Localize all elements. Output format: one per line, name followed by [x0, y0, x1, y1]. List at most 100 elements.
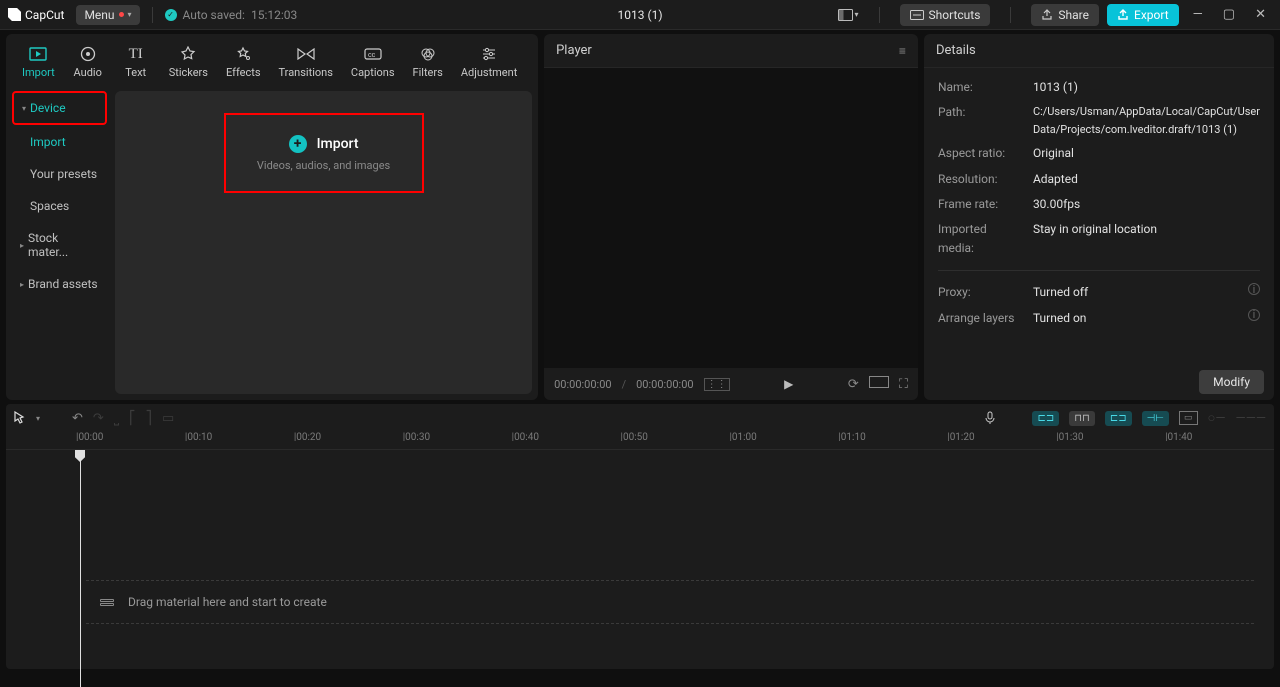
detail-row-fps: Frame rate:30.00fps [938, 195, 1260, 214]
ratio-icon[interactable] [869, 376, 889, 392]
autosave-time: 15:12:03 [251, 8, 297, 22]
info-icon[interactable]: i [1248, 283, 1260, 295]
timeline-toolbar: ▾ ↶ ↷ ⎵ ⎡ ⎤ ▭ ⊏⊐ ⊓⊓ ⊏⊐ ⊣⊢ ▭ ○— ——— [6, 404, 1274, 432]
main-area: Import Audio TI Text Stickers Effects Tr… [0, 30, 1280, 400]
main-track-magnet-icon[interactable]: ⊏⊐ [1032, 411, 1059, 426]
import-icon [28, 44, 48, 64]
selection-tool-icon[interactable] [14, 411, 26, 425]
tab-import[interactable]: Import [14, 38, 63, 87]
delete-right-icon[interactable]: ⎤ [146, 411, 153, 426]
info-icon[interactable]: i [1248, 309, 1260, 321]
tab-stickers[interactable]: Stickers [161, 38, 216, 87]
export-label: Export [1134, 8, 1169, 22]
detail-row-layers: Arrange layersTurned oni [938, 309, 1260, 328]
tab-text[interactable]: TI Text [113, 38, 159, 87]
sidebar-item-brand[interactable]: ▸Brand assets [12, 269, 107, 299]
window-maximize-button[interactable]: ▢ [1217, 7, 1241, 22]
text-icon: TI [126, 44, 146, 64]
redo-icon[interactable]: ↷ [93, 411, 104, 426]
delete-left-icon[interactable]: ⎡ [129, 411, 136, 426]
player-title: Player [556, 43, 592, 58]
timeline-ruler[interactable]: |00:00|00:10|00:20|00:30|00:40|00:50|01:… [6, 432, 1274, 450]
mic-icon[interactable] [984, 411, 996, 425]
import-dropzone[interactable]: + Import Videos, audios, and images [115, 91, 532, 394]
ruler-label: |00:20 [294, 432, 403, 443]
tab-effects[interactable]: Effects [218, 38, 269, 87]
player-controls: 00:00:00:00 / 00:00:00:00 ⋮⋮ ▶ ⟳ ⛶ [544, 368, 918, 400]
ruler-label: |00:10 [185, 432, 294, 443]
preview-axis-icon[interactable]: ⊣⊢ [1142, 411, 1169, 426]
import-subtitle: Videos, audios, and images [257, 159, 390, 172]
sidebar-item-stock[interactable]: ▸Stock mater... [12, 223, 107, 267]
ruler-label: |01:20 [947, 432, 1056, 443]
tab-captions[interactable]: cc Captions [343, 38, 403, 87]
timeline-drop-hint[interactable]: Drag material here and start to create [86, 580, 1254, 624]
playhead-line [80, 450, 81, 687]
player-panel: Player ≡ 00:00:00:00 / 00:00:00:00 ⋮⋮ ▶ … [544, 34, 918, 400]
selection-dropdown-icon[interactable]: ▾ [36, 414, 40, 423]
fullscreen-icon[interactable]: ⛶ [899, 377, 908, 392]
details-panel: Details Name:1013 (1) Path:C:/Users/Usma… [924, 34, 1274, 400]
snapshot-icon[interactable]: ⟳ [848, 377, 859, 392]
sidebar-item-presets[interactable]: Your presets [12, 159, 107, 189]
share-button[interactable]: Share [1031, 4, 1099, 26]
ruler-label: |00:30 [403, 432, 512, 443]
import-title: Import [317, 136, 359, 152]
divider [938, 270, 1260, 271]
ruler-label: |00:40 [512, 432, 621, 443]
sidebar-item-device[interactable]: ▾Device [12, 91, 107, 125]
crop-icon[interactable]: ▭ [162, 411, 174, 426]
player-time-total: 00:00:00:00 [636, 378, 693, 391]
player-menu-icon[interactable]: ≡ [899, 44, 906, 58]
logo-icon [8, 8, 21, 21]
window-close-button[interactable]: ✕ [1249, 7, 1272, 22]
zoom-out-icon[interactable]: ○— [1208, 410, 1226, 426]
split-icon[interactable]: ⎵ [114, 411, 119, 426]
details-header: Details [924, 34, 1274, 68]
chevron-down-icon: ▾ [128, 10, 132, 19]
shortcuts-button[interactable]: Shortcuts [900, 4, 991, 26]
transitions-icon [296, 44, 316, 64]
cover-icon[interactable]: ▭ [1179, 411, 1198, 425]
detail-row-media: Imported media:Stay in original location [938, 220, 1260, 258]
player-header: Player ≡ [544, 34, 918, 68]
tab-transitions[interactable]: Transitions [271, 38, 341, 87]
caret-icon: ▾ [22, 104, 26, 113]
layout-icon[interactable]: ▾ [838, 9, 859, 21]
plus-icon: + [289, 135, 307, 153]
play-button[interactable]: ▶ [784, 377, 793, 391]
ruler-label: |01:30 [1056, 432, 1165, 443]
sidebar-item-import[interactable]: Import [12, 127, 107, 157]
detail-row-proxy: Proxy:Turned offi [938, 283, 1260, 302]
film-icon [100, 599, 114, 606]
audio-icon [78, 44, 98, 64]
tab-filters[interactable]: Filters [405, 38, 451, 87]
detail-row-path: Path:C:/Users/Usman/AppData/Local/CapCut… [938, 103, 1260, 138]
app-titlebar: CapCut Menu ▾ ✓ Auto saved: 15:12:03 101… [0, 0, 1280, 30]
window-minimize-button[interactable]: — [1187, 7, 1209, 22]
timeline-tracks[interactable]: Drag material here and start to create [6, 450, 1274, 669]
media-panel: Import Audio TI Text Stickers Effects Tr… [6, 34, 538, 400]
tab-adjustment[interactable]: Adjustment [453, 38, 526, 87]
import-box[interactable]: + Import Videos, audios, and images [224, 113, 424, 193]
detail-row-name: Name:1013 (1) [938, 78, 1260, 97]
check-icon: ✓ [165, 9, 177, 21]
quality-icon[interactable]: ⋮⋮ [704, 378, 730, 391]
ruler-label: |01:00 [729, 432, 838, 443]
undo-icon[interactable]: ↶ [72, 411, 83, 426]
divider [1010, 7, 1011, 23]
player-time-current: 00:00:00:00 [554, 378, 611, 391]
player-viewport [544, 68, 918, 368]
divider [152, 7, 153, 23]
zoom-slider[interactable]: ——— [1236, 411, 1266, 426]
tab-audio[interactable]: Audio [65, 38, 111, 87]
sidebar-item-spaces[interactable]: Spaces [12, 191, 107, 221]
export-button[interactable]: Export [1107, 4, 1179, 26]
menu-button[interactable]: Menu ▾ [76, 5, 139, 25]
effects-icon [233, 44, 253, 64]
adjustment-icon [479, 44, 499, 64]
export-icon [1117, 9, 1129, 21]
auto-snap-icon[interactable]: ⊓⊓ [1069, 411, 1095, 426]
linkage-icon[interactable]: ⊏⊐ [1105, 411, 1132, 426]
modify-button[interactable]: Modify [1199, 370, 1264, 394]
